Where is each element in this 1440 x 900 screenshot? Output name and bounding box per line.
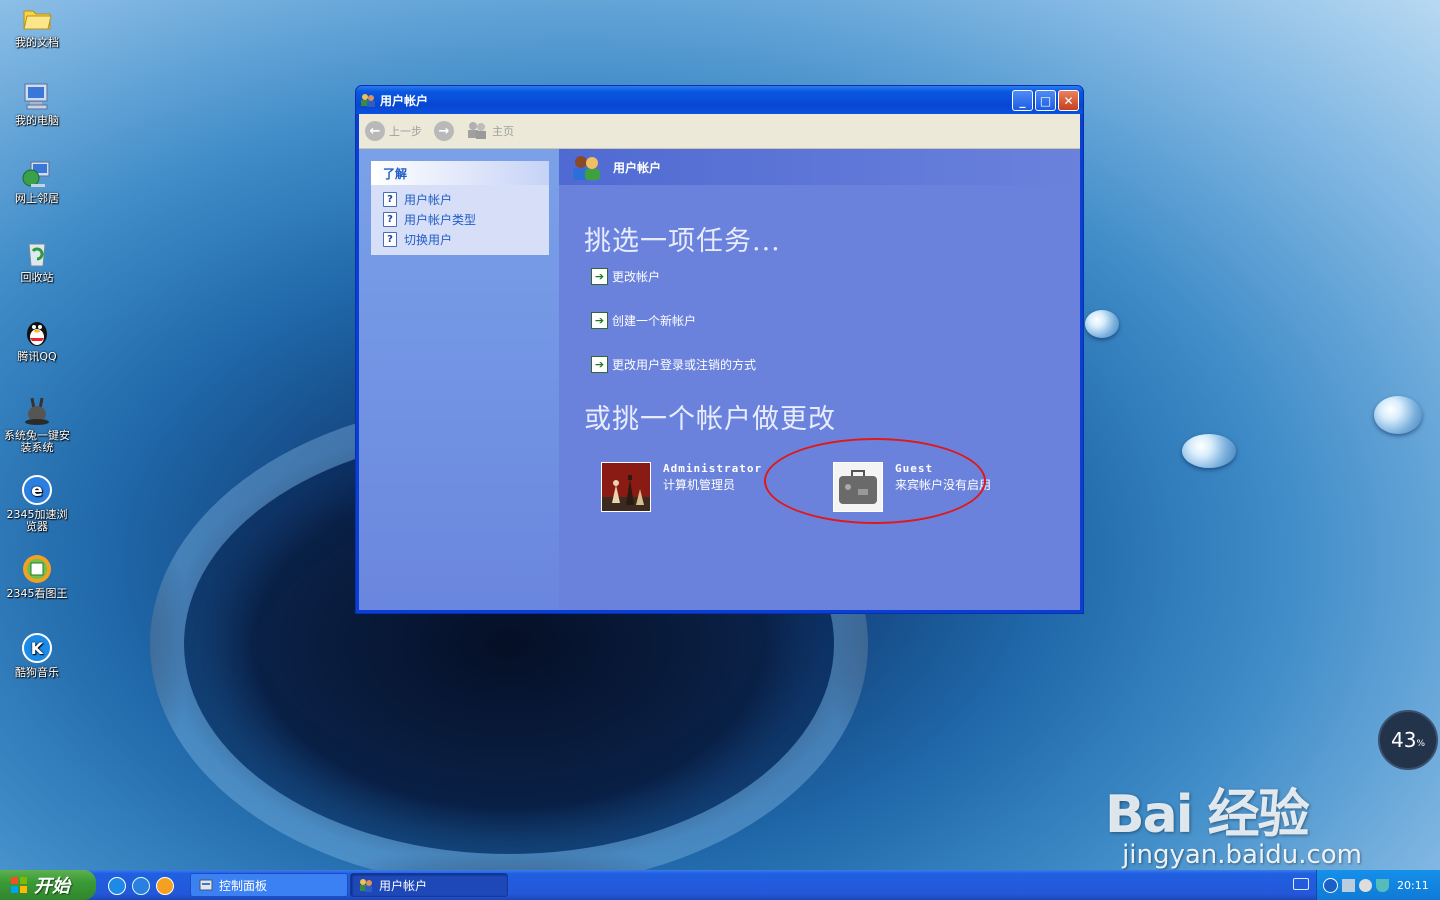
image-viewer-quick-icon[interactable] — [156, 877, 174, 895]
task-change-logon[interactable]: ➔ 更改用户登录或注销的方式 — [591, 356, 756, 373]
system-tray: 20:11 — [1316, 870, 1440, 900]
close-button[interactable]: ✕ — [1058, 90, 1079, 111]
start-button[interactable]: 开始 — [0, 870, 96, 900]
window-title: 用户帐户 — [380, 93, 429, 108]
desktop-icon-system-rabbit[interactable]: 系统兔一键安装系统 — [2, 395, 72, 454]
memory-usage-gauge[interactable]: 43% — [1378, 710, 1438, 770]
window-client-area: 了解 ? 用户帐户 ? 用户帐户类型 ? 切换用户 用户帐户 挑选一项任务...… — [359, 149, 1080, 610]
help-icon: ? — [383, 191, 397, 207]
learn-item-user-accounts[interactable]: ? 用户帐户 — [371, 189, 549, 209]
task-pane: 了解 ? 用户帐户 ? 用户帐户类型 ? 切换用户 — [359, 149, 559, 610]
network-icon[interactable] — [1342, 878, 1355, 892]
tray-expand-icon[interactable] — [1323, 877, 1338, 893]
user-accounts-window: 用户帐户 _ □ ✕ ← 上一步 → 主页 了解 ? 用户帐户 ? 用户帐户类型… — [355, 85, 1084, 614]
recycle-bin-icon — [21, 237, 53, 269]
learn-item-account-types[interactable]: ? 用户帐户类型 — [371, 209, 549, 229]
main-header-title: 用户帐户 — [613, 160, 662, 175]
baidu-jingyan-logo: Bai 经验 — [1105, 785, 1310, 845]
watermark-url: jingyan.baidu.com — [1122, 840, 1362, 870]
maximize-button[interactable]: □ — [1035, 90, 1056, 111]
clock[interactable]: 20:11 — [1397, 879, 1429, 892]
quick-launch — [108, 877, 174, 895]
help-icon: ? — [383, 231, 397, 247]
maximize-icon: □ — [1039, 93, 1052, 108]
desktop-icon-my-documents[interactable]: 我的文档 — [2, 2, 72, 49]
minimize-icon: _ — [1019, 93, 1026, 108]
learn-about-title: 了解 — [371, 161, 549, 185]
help-icon: ? — [383, 211, 397, 227]
users-icon — [571, 153, 603, 181]
svg-text:e: e — [31, 481, 43, 501]
pick-task-heading: 挑选一项任务... — [584, 226, 781, 257]
control-panel-icon — [199, 878, 213, 892]
taskbar-item-user-accounts[interactable]: 用户帐户 — [350, 873, 508, 897]
window-toolbar: ← 上一步 → 主页 — [359, 114, 1080, 149]
windows-flag-icon — [10, 876, 28, 894]
browser-quick-icon[interactable] — [132, 877, 150, 895]
main-header: 用户帐户 — [559, 149, 1080, 185]
green-arrow-icon: ➔ — [591, 268, 608, 285]
back-button[interactable]: ← 上一步 — [365, 121, 422, 141]
svg-text:K: K — [31, 639, 44, 658]
close-icon: ✕ — [1063, 93, 1074, 108]
forward-button[interactable]: → — [434, 121, 454, 141]
security-shield-icon[interactable] — [1376, 878, 1389, 892]
pick-account-heading: 或挑一个帐户做更改 — [584, 404, 836, 435]
learn-item-switch-user[interactable]: ? 切换用户 — [371, 229, 549, 249]
browser-e-icon: e — [21, 474, 53, 506]
desktop-icon-2345-browser[interactable]: e 2345加速浏览器 — [2, 474, 72, 533]
green-arrow-icon: ➔ — [591, 356, 608, 373]
folder-icon — [21, 2, 53, 34]
task-change-account[interactable]: ➔ 更改帐户 — [591, 268, 660, 285]
taskbar: 开始 控制面板 用户帐户 20:11 — [0, 870, 1440, 900]
qq-penguin-icon — [21, 316, 53, 348]
computer-icon — [21, 80, 53, 112]
desktop-icon-my-computer[interactable]: 我的电脑 — [2, 80, 72, 127]
users-home-icon — [466, 121, 488, 142]
rabbit-icon — [21, 395, 53, 427]
forward-arrow-icon: → — [434, 121, 454, 141]
green-arrow-icon: ➔ — [591, 312, 608, 329]
learn-about-box: 了解 ? 用户帐户 ? 用户帐户类型 ? 切换用户 — [371, 161, 549, 255]
desktop-icon-2345-viewer[interactable]: 2345看图王 — [2, 553, 72, 600]
account-guest[interactable]: Guest 来宾帐户没有启用 — [833, 462, 991, 512]
back-arrow-icon: ← — [365, 121, 385, 141]
users-icon — [360, 92, 376, 108]
account-administrator[interactable]: Administrator 计算机管理员 — [601, 462, 762, 512]
keyboard-icon[interactable] — [1293, 878, 1309, 890]
main-pane: 用户帐户 挑选一项任务... ➔ 更改帐户 ➔ 创建一个新帐户 ➔ 更改用户登录… — [559, 149, 1080, 610]
home-button[interactable]: 主页 — [466, 121, 514, 142]
kugou-quick-icon[interactable] — [108, 877, 126, 895]
suitcase-avatar — [833, 462, 883, 512]
desktop-icon-network[interactable]: 网上邻居 — [2, 158, 72, 205]
window-titlebar[interactable]: 用户帐户 _ □ ✕ — [356, 86, 1083, 114]
users-icon — [359, 878, 373, 892]
image-viewer-icon — [21, 553, 53, 585]
network-globe-icon — [21, 158, 53, 190]
minimize-button[interactable]: _ — [1012, 90, 1033, 111]
chess-avatar — [601, 462, 651, 512]
desktop-icon-qq[interactable]: 腾讯QQ — [2, 316, 72, 363]
wallpaper-droplet — [1085, 310, 1119, 338]
taskbar-item-control-panel[interactable]: 控制面板 — [190, 873, 348, 897]
wallpaper-droplet — [1182, 434, 1236, 468]
speaker-icon[interactable] — [1359, 878, 1372, 892]
desktop-icon-kugou[interactable]: K 酷狗音乐 — [2, 632, 72, 679]
wallpaper-droplet — [1374, 396, 1422, 434]
task-create-account[interactable]: ➔ 创建一个新帐户 — [591, 312, 696, 329]
kugou-k-icon: K — [21, 632, 53, 664]
desktop-icon-recycle-bin[interactable]: 回收站 — [2, 237, 72, 284]
